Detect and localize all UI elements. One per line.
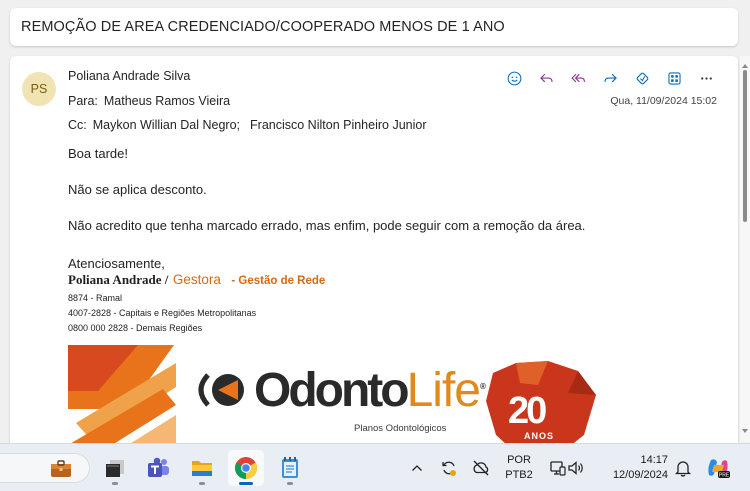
- signature-name: Poliana Andrade / Gestora - Gestão de Re…: [68, 271, 325, 289]
- cc-recipient[interactable]: Maykon Willian Dal Negro;: [93, 118, 240, 132]
- scroll-up-arrow[interactable]: [742, 64, 748, 68]
- email-subject: REMOÇÃO DE AREA CREDENCIADO/COOPERADO ME…: [21, 19, 505, 35]
- brand-wordmark: OdontoLife®: [254, 364, 486, 417]
- apps-button[interactable]: [626, 67, 658, 89]
- to-recipient[interactable]: Matheus Ramos Vieira: [104, 94, 230, 108]
- forward-icon: [603, 73, 617, 82]
- app-window-icon: [106, 460, 124, 477]
- tray-device-volume[interactable]: [544, 444, 590, 491]
- notifications-button[interactable]: [672, 444, 694, 491]
- svg-text:PRE: PRE: [719, 473, 730, 479]
- brand-tagline: Planos Odontológicos: [354, 423, 447, 434]
- closing: Atenciosamente,: [68, 256, 165, 271]
- signature-phone: 8874 - Ramal: [68, 293, 123, 303]
- signature-logo: OdontoLife® Planos Odontológicos 20 ANOS: [68, 345, 608, 456]
- teams-icon: [148, 457, 169, 477]
- sync-icon: [442, 461, 456, 476]
- signature-department: - Gestão de Rede: [231, 275, 326, 287]
- emoji-icon: [507, 71, 521, 85]
- taskbar: POR PTB2 14:17 12/09/2024 PRE: [0, 443, 750, 491]
- taskbar-app-teams[interactable]: [140, 450, 176, 486]
- body-paragraph: Não se aplica desconto.: [68, 182, 207, 197]
- emoji-button[interactable]: [498, 67, 530, 89]
- grid-icon: [667, 71, 681, 85]
- taskbar-widget[interactable]: [0, 453, 90, 483]
- clock[interactable]: 14:17 12/09/2024: [596, 444, 668, 491]
- taskbar-app-notepad[interactable]: [272, 450, 308, 486]
- signature-person: Poliana Andrade /: [68, 272, 169, 287]
- greeting: Boa tarde!: [68, 146, 128, 161]
- language-indicator[interactable]: POR PTB2: [500, 444, 538, 491]
- language-code: POR: [507, 454, 531, 466]
- monitor-icon: [550, 461, 566, 476]
- anniversary-number: 20: [508, 390, 547, 432]
- chrome-icon: [235, 457, 257, 479]
- reply-all-button[interactable]: [562, 67, 594, 89]
- network-offline-icon: [473, 460, 489, 476]
- chevron-up-icon: [412, 465, 422, 471]
- signature-role: Gestora: [172, 272, 221, 287]
- briefcase-icon: [51, 460, 71, 477]
- volume-icon: [568, 461, 583, 475]
- taskbar-app-explorer[interactable]: [184, 450, 220, 486]
- clock-date: 12/09/2024: [612, 469, 668, 481]
- reply-button[interactable]: [530, 67, 562, 89]
- copilot-icon: PRE: [708, 459, 730, 479]
- avatar-initials: PS: [30, 82, 48, 96]
- to-label: Para:: [68, 94, 98, 108]
- more-icon: [700, 76, 712, 80]
- body-paragraph: Não acredito que tenha marcado errado, m…: [68, 218, 586, 233]
- tray-network[interactable]: [470, 444, 492, 491]
- anniversary-word: ANOS: [524, 431, 555, 441]
- taskbar-app-chrome[interactable]: [228, 450, 264, 486]
- view-button[interactable]: [658, 67, 690, 89]
- apps-icon: [636, 72, 648, 84]
- avatar[interactable]: PS: [22, 72, 56, 106]
- file-explorer-icon: [192, 461, 212, 476]
- message-card: PS Poliana Andrade Silva Para: Matheus Ra…: [10, 56, 738, 456]
- reply-icon: [539, 73, 553, 82]
- to-line: Para: Matheus Ramos Vieira: [68, 94, 230, 108]
- scroll-down-arrow[interactable]: [742, 429, 748, 433]
- message-actions: [498, 67, 722, 89]
- signature-phone: 4007-2828 - Capitais e Regiões Metropoli…: [68, 308, 257, 318]
- keyboard-layout: PTB2: [505, 469, 533, 481]
- forward-button[interactable]: [594, 67, 626, 89]
- taskbar-app-window[interactable]: [97, 450, 133, 486]
- cc-line: Cc: Maykon Willian Dal Negro; Francisco Ni…: [68, 118, 427, 132]
- cc-recipient[interactable]: Francisco Nilton Pinheiro Junior: [250, 118, 426, 132]
- vertical-scrollbar[interactable]: [740, 56, 750, 442]
- sender-name[interactable]: Poliana Andrade Silva: [68, 69, 190, 83]
- subject-bar: REMOÇÃO DE AREA CREDENCIADO/COOPERADO ME…: [10, 8, 738, 46]
- tray-sync[interactable]: [438, 444, 460, 491]
- notepad-icon: [282, 457, 298, 478]
- signature-phone: 0800 000 2828 - Demais Regiões: [68, 323, 203, 333]
- copilot-button[interactable]: PRE: [703, 444, 733, 491]
- more-actions-button[interactable]: [690, 67, 722, 89]
- cc-label: Cc:: [68, 118, 87, 132]
- message-date: Qua, 11/09/2024 15:02: [610, 95, 717, 107]
- bell-icon: [675, 461, 691, 477]
- show-hidden-icons[interactable]: [408, 444, 426, 491]
- scroll-thumb[interactable]: [743, 70, 747, 222]
- reply-all-icon: [570, 73, 585, 82]
- clock-time: 14:17: [640, 454, 668, 466]
